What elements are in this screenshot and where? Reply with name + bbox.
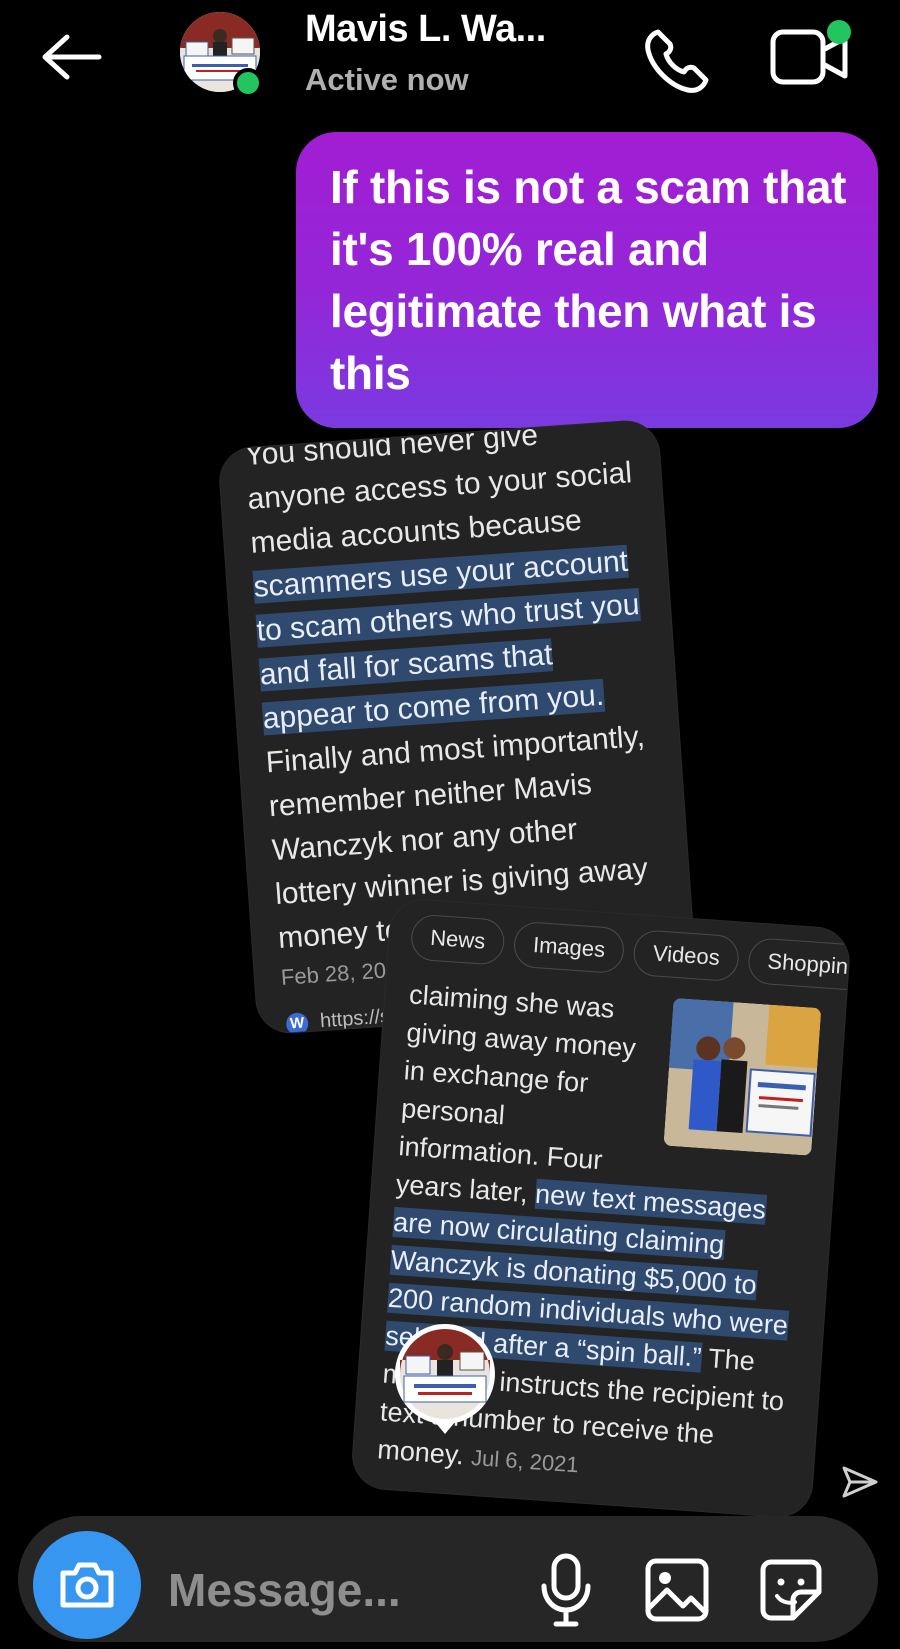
reaction-avatar[interactable] <box>386 1320 504 1438</box>
snippet-text: claiming she was giving away money in ex… <box>395 979 637 1209</box>
article-snippet: You should never give anyone access to y… <box>218 419 693 962</box>
arrow-left-icon <box>42 34 102 80</box>
news-date: Jul 6, 2021 <box>470 1444 580 1478</box>
news-photo <box>663 997 822 1156</box>
voice-message-button[interactable] <box>536 1552 596 1628</box>
sticker-icon <box>760 1559 822 1621</box>
sent-message-bubble[interactable]: If this is not a scam that it's 100% rea… <box>296 132 878 428</box>
back-button[interactable] <box>36 22 106 92</box>
video-camera-icon <box>770 20 851 85</box>
contact-name[interactable]: Mavis L. Wa... <box>305 8 546 51</box>
phone-icon <box>645 29 709 93</box>
image-icon <box>645 1558 709 1622</box>
gallery-button[interactable] <box>643 1556 711 1624</box>
chip-news: News <box>409 913 506 966</box>
sent-message-text: If this is not a scam that it's 100% rea… <box>330 161 847 399</box>
video-call-button[interactable] <box>765 18 855 98</box>
highlighted-text: scammers use your account to scam others… <box>252 544 641 736</box>
chip-videos: Videos <box>632 929 741 983</box>
sticker-button[interactable] <box>757 1556 825 1624</box>
share-send-button[interactable] <box>840 1462 880 1502</box>
send-icon <box>842 1466 878 1498</box>
online-status-dot <box>233 68 263 98</box>
snippet-text: anyone access to your social media accou… <box>246 456 633 560</box>
contact-status: Active now <box>305 62 469 97</box>
wordpress-icon: W <box>285 1011 309 1035</box>
message-input[interactable] <box>166 1554 510 1626</box>
voice-call-button[interactable] <box>636 22 716 102</box>
camera-button[interactable] <box>33 1531 141 1639</box>
microphone-icon <box>541 1553 591 1627</box>
chip-images: Images <box>512 920 626 975</box>
camera-icon <box>60 1562 114 1608</box>
